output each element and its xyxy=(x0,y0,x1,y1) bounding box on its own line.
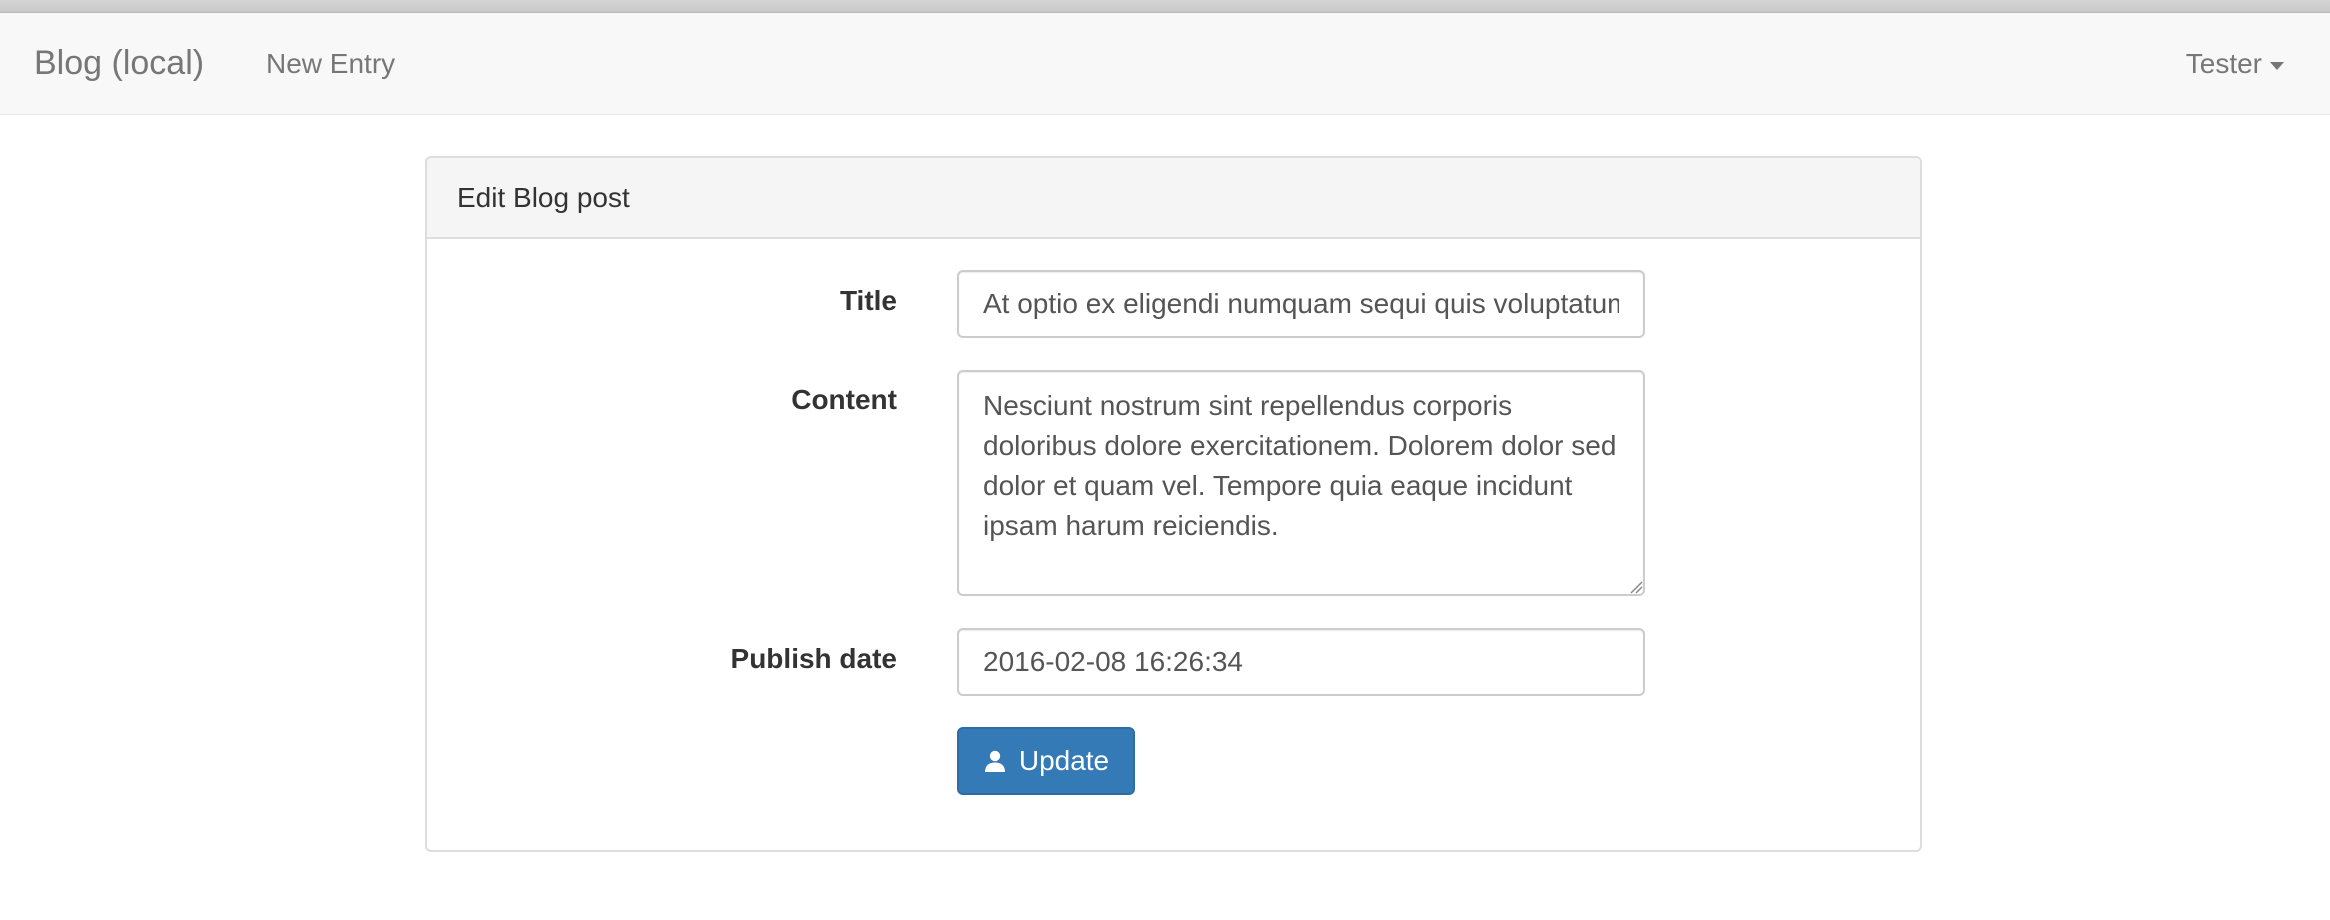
update-button-label: Update xyxy=(1018,745,1110,776)
user-dropdown[interactable]: Tester xyxy=(2186,13,2284,114)
publish-date-input[interactable] xyxy=(957,628,1645,696)
caret-down-icon xyxy=(2270,61,2284,70)
nav-link-new-entry[interactable]: New Entry xyxy=(266,13,395,114)
title-input[interactable] xyxy=(957,270,1645,338)
publish-date-label: Publish date xyxy=(730,643,897,674)
edit-post-panel: Edit Blog post Title Content Nesciunt no… xyxy=(425,156,1922,852)
title-label: Title xyxy=(839,285,897,316)
content-label: Content xyxy=(791,384,897,415)
panel-heading: Edit Blog post xyxy=(427,158,1920,239)
update-button[interactable]: Update xyxy=(957,727,1135,795)
browser-chrome-strip xyxy=(0,0,2330,13)
user-name: Tester xyxy=(2185,48,2262,79)
content-textarea[interactable]: Nesciunt nostrum sint repellendus corpor… xyxy=(957,370,1645,596)
navbar: Blog (local) New Entry Tester xyxy=(0,13,2330,115)
user-icon xyxy=(984,750,1005,772)
brand-link[interactable]: Blog (local) xyxy=(34,13,204,114)
